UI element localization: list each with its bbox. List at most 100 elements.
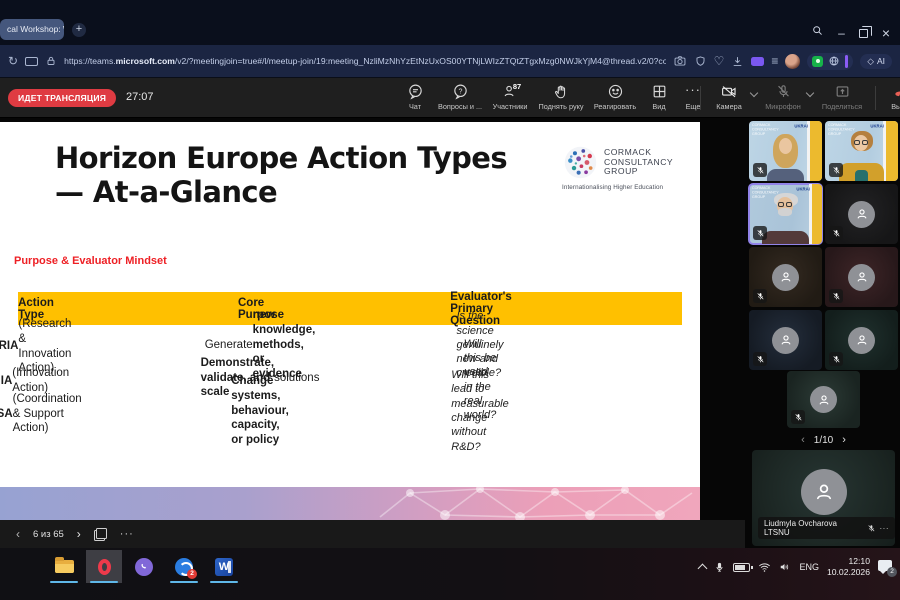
camera-off-icon <box>720 83 738 100</box>
slide-more-options[interactable]: ··· <box>120 528 134 540</box>
close-button[interactable]: × <box>882 27 890 39</box>
camera-options-chevron[interactable] <box>750 89 758 97</box>
adblock-icon[interactable] <box>812 56 823 67</box>
restore-button[interactable] <box>859 29 868 38</box>
mic-muted-badge <box>829 163 843 177</box>
messaging-app-icon: 2 <box>175 558 193 576</box>
shield-icon[interactable] <box>694 55 707 68</box>
url-text[interactable]: https://teams.microsoft.com/v2/?meetingj… <box>64 56 666 66</box>
raise-hand-button[interactable]: Поднять руку <box>534 82 588 112</box>
notification-count-badge: 2 <box>887 567 897 577</box>
participant-video-tile[interactable]: CORMACKCONSULTANCYGROUP UKRAI <box>749 121 822 181</box>
minimize-button[interactable]: – <box>838 27 845 39</box>
profile-avatar[interactable] <box>785 54 800 69</box>
meeting-device-controls: Камера Микрофон Поделиться Выйти <box>694 82 900 112</box>
menu-icon[interactable]: ≡ <box>771 54 778 68</box>
view-button[interactable]: Вид <box>642 82 676 112</box>
participant-video-tile[interactable]: CORMACKCONSULTANCYGROUP UKRAI <box>825 121 898 181</box>
opera-browser-button[interactable] <box>86 550 122 583</box>
mic-muted-icon <box>867 524 876 533</box>
clock[interactable]: 12:10 10.02.2026 <box>827 556 870 578</box>
language-indicator[interactable]: ENG <box>799 562 819 572</box>
ccg-logo-text: CORMACK CONSULTANCY GROUP <box>604 148 673 177</box>
participant-avatar-tile[interactable] <box>825 184 898 244</box>
chat-icon <box>407 83 424 100</box>
chat-button[interactable]: Чат <box>396 82 434 112</box>
favorites-heart-icon[interactable]: ♡ <box>714 54 725 68</box>
leave-button[interactable]: Выйти <box>882 82 900 112</box>
extensions-group[interactable] <box>807 53 853 70</box>
participant-avatar-tile[interactable] <box>825 247 898 307</box>
participants-pager: ‹ 1/10 › <box>747 434 900 446</box>
slide-position: 6 из 65 <box>33 529 64 540</box>
tile-banner-text: UKRAI <box>871 124 884 129</box>
participant-nameplate: Liudmyla Ovcharova LTSNU ··· <box>758 517 895 539</box>
download-icon[interactable] <box>731 55 744 68</box>
table-header-row: Action Type Core Purpose Evaluator's Pri… <box>18 292 682 325</box>
participant-avatar-tile[interactable] <box>749 310 822 370</box>
participant-avatar-tile[interactable] <box>787 371 860 428</box>
volume-icon[interactable] <box>779 561 791 573</box>
grid-view-icon <box>651 83 668 100</box>
mic-muted-badge <box>753 226 767 240</box>
question-bubble-icon: ? <box>452 83 469 100</box>
notification-center-button[interactable]: 2 <box>878 560 894 574</box>
date: 10.02.2026 <box>827 567 870 578</box>
raise-hand-icon <box>553 83 570 100</box>
viber-button[interactable] <box>126 550 162 583</box>
prev-slide-button[interactable]: ‹ <box>16 527 20 541</box>
participant-more-options[interactable]: ··· <box>880 524 890 533</box>
slide-section-heading: Purpose & Evaluator Mindset <box>14 255 167 267</box>
mic-options-chevron[interactable] <box>806 89 814 97</box>
participant-avatar-tile[interactable] <box>749 247 822 307</box>
ai-button[interactable]: ◇AI <box>860 54 892 69</box>
tray-expand-chevron[interactable] <box>698 564 708 574</box>
browser-address-bar: ↻ https://teams.microsoft.com/v2/?meetin… <box>0 45 900 78</box>
windows-taskbar: 2 W ENG 12:10 10.02.2026 2 <box>0 548 900 600</box>
shared-slide: Horizon Europe Action Types — At-a-Glanc… <box>0 122 700 520</box>
ccg-tagline: Internationalising Higher Education <box>562 184 694 191</box>
mic-button[interactable]: Микрофон <box>759 82 807 112</box>
network-pattern <box>370 487 700 520</box>
wifi-icon[interactable] <box>758 562 771 573</box>
next-slide-button[interactable]: › <box>77 527 81 541</box>
new-tab-button[interactable]: + <box>72 23 86 37</box>
time: 12:10 <box>827 556 870 567</box>
mic-off-icon <box>775 83 792 100</box>
questions-button[interactable]: ? Вопросы и ... <box>434 82 486 112</box>
file-explorer-button[interactable] <box>46 550 82 583</box>
sidebar-toggle-icon[interactable] <box>845 55 848 68</box>
pager-position: 1/10 <box>814 435 833 446</box>
participants-panel: CORMACKCONSULTANCYGROUP UKRAI CORMACKCON… <box>747 120 900 548</box>
participants-button[interactable]: 87 Участники <box>486 82 534 112</box>
share-button[interactable]: Поделиться <box>815 82 869 112</box>
messaging-app-button[interactable]: 2 <box>166 550 202 583</box>
reload-icon[interactable]: ↻ <box>8 54 18 68</box>
extension-icon[interactable] <box>751 57 764 66</box>
ccg-globe-icon <box>562 144 599 181</box>
participant-avatar-tile[interactable] <box>825 310 898 370</box>
meeting-center-controls: Чат ? Вопросы и ... 87 Участники Поднять… <box>396 82 710 112</box>
participant-video-tile-active[interactable]: CORMACKCONSULTANCYGROUP UKRAI <box>749 184 822 244</box>
tray-mic-icon[interactable] <box>714 561 725 574</box>
app-notification-badge: 2 <box>187 569 197 579</box>
svg-text:?: ? <box>458 87 462 95</box>
globe-icon[interactable] <box>828 55 840 67</box>
virtual-bg-banner <box>810 121 822 181</box>
word-button[interactable]: W <box>206 550 242 583</box>
mic-muted-badge <box>829 226 843 240</box>
slide-thumbnails-icon[interactable] <box>94 528 107 541</box>
featured-participant-tile[interactable]: Liudmyla Ovcharova LTSNU ··· <box>752 450 895 546</box>
battery-icon[interactable] <box>733 563 750 572</box>
camera-button[interactable]: Камера <box>707 82 751 112</box>
table-row: IA (Innovation Action) Demonstrate, vali… <box>18 358 682 391</box>
browser-tab[interactable]: cal Workshop: W <box>0 19 64 40</box>
slide-nav-bar: ‹ 6 из 65 › ··· <box>0 520 745 548</box>
table-row: RIA (Research & Innovation Action) Gener… <box>18 325 682 358</box>
browser-search-icon[interactable] <box>811 24 824 42</box>
screenshot-icon[interactable] <box>673 54 687 68</box>
tab-media-icon[interactable] <box>25 57 38 66</box>
pager-prev-button[interactable]: ‹ <box>801 434 805 446</box>
react-button[interactable]: Реагировать <box>588 82 642 112</box>
pager-next-button[interactable]: › <box>842 434 846 446</box>
